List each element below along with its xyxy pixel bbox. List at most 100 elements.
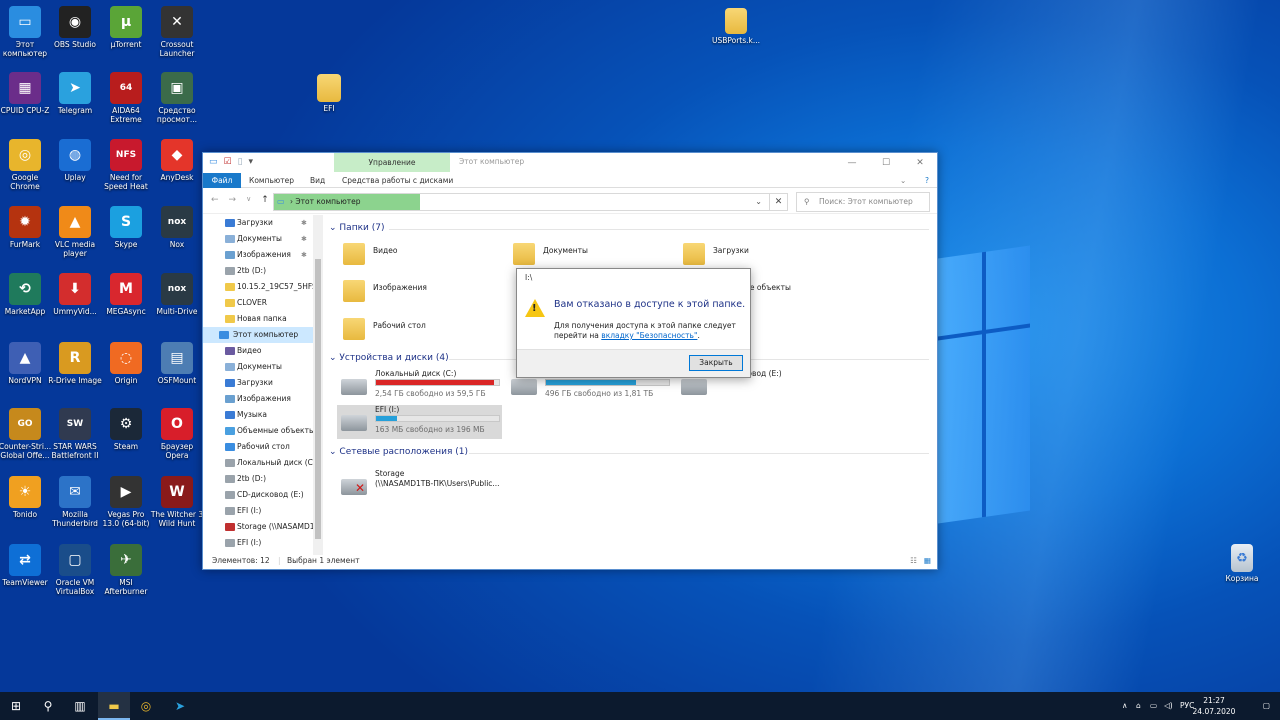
sidebar-item[interactable]: 2tb (D:): [203, 471, 315, 487]
network-icon[interactable]: ⌂: [1136, 701, 1141, 710]
details-view-icon[interactable]: ☷: [910, 553, 917, 569]
close-button[interactable]: ✕: [903, 153, 937, 173]
desktop-icon[interactable]: ▤ OSFMount: [150, 342, 204, 385]
sidebar-item[interactable]: Загрузки: [203, 375, 315, 391]
desktop-icon[interactable]: ▲ NordVPN: [0, 342, 52, 385]
chevron-up-icon[interactable]: ∧: [1122, 701, 1128, 710]
desktop-icon[interactable]: ✉ Mozilla Thunderbird: [48, 476, 102, 528]
pin-icon[interactable]: ✱: [301, 231, 307, 247]
tiles-view-icon[interactable]: ▦: [924, 553, 931, 569]
desktop-icon[interactable]: ◉ OBS Studio: [48, 6, 102, 49]
group-header-folders[interactable]: ⌄ Папки (7): [329, 223, 384, 233]
volume-icon[interactable]: ◁): [1164, 701, 1173, 710]
desktop-icon[interactable]: ▭ Этот компьютер: [0, 6, 52, 58]
address-bar[interactable]: ▭ › Этот компьютер ⌄: [273, 193, 788, 211]
desktop-icon[interactable]: nox Multi-Drive: [150, 273, 204, 316]
sidebar-item[interactable]: Новая папка: [203, 311, 315, 327]
sidebar-item[interactable]: Локальный диск (C:): [203, 455, 315, 471]
taskbar-telegram[interactable]: ➤: [164, 692, 196, 720]
desktop-icon[interactable]: GO Counter-Stri... Global Offe...: [0, 408, 52, 460]
desktop-icon[interactable]: ✕ Crossout Launcher: [150, 6, 204, 58]
sidebar-item[interactable]: CLOVER: [203, 295, 315, 311]
sidebar-scrollbar[interactable]: [313, 215, 323, 555]
sidebar-item[interactable]: EFI (I:): [203, 503, 315, 519]
sidebar-item[interactable]: Объемные объекты: [203, 423, 315, 439]
desktop-icon-recycle-bin[interactable]: ♻ Корзина: [1215, 544, 1269, 583]
pin-icon[interactable]: ✱: [301, 215, 307, 231]
properties-icon[interactable]: ☑: [224, 157, 232, 167]
tab-manage[interactable]: Управление: [334, 153, 450, 172]
task-view-button[interactable]: ▥: [64, 692, 96, 720]
drive-item[interactable]: EFI (I:) 163 МБ свободно из 196 МБ: [337, 405, 502, 439]
pin-icon[interactable]: ✱: [301, 247, 307, 263]
desktop-icon[interactable]: ⬇ UmmyVid...: [48, 273, 102, 316]
chevron-down-icon[interactable]: ⌄: [755, 197, 762, 206]
sidebar-item[interactable]: Документы: [203, 359, 315, 375]
chevron-down-icon[interactable]: ▾: [249, 157, 254, 167]
forward-arrow-icon[interactable]: →: [229, 195, 237, 205]
help-icon[interactable]: ?: [925, 173, 929, 188]
search-input[interactable]: ⚲ Поиск: Этот компьютер: [796, 192, 930, 212]
close-dialog-button[interactable]: Закрыть: [689, 355, 743, 371]
new-folder-icon[interactable]: ▯: [238, 157, 243, 167]
sidebar-item[interactable]: Загрузки ✱: [203, 215, 315, 231]
maximize-button[interactable]: ☐: [869, 153, 903, 173]
desktop-icon[interactable]: ⟲ MarketApp: [0, 273, 52, 316]
desktop-icon[interactable]: W The Witcher 3 Wild Hunt: [150, 476, 204, 528]
recent-chevron-icon[interactable]: ∨: [246, 195, 251, 205]
desktop-icon[interactable]: 64 AIDA64 Extreme: [99, 72, 153, 124]
desktop-icon[interactable]: SW STAR WARS Battlefront II: [48, 408, 102, 460]
desktop-icon-usbports[interactable]: USBPorts.k...: [707, 8, 765, 45]
desktop-icon[interactable]: ▢ Oracle VM VirtualBox: [48, 544, 102, 596]
folder-desktop[interactable]: Рабочий стол: [341, 316, 501, 352]
sidebar-item[interactable]: 10.15.2_19C57_5HFS_: [203, 279, 315, 295]
search-button[interactable]: ⚲: [32, 692, 64, 720]
desktop-icon[interactable]: ✹ FurMark: [0, 206, 52, 249]
sidebar-item[interactable]: Документы ✱: [203, 231, 315, 247]
network-location-storage[interactable]: ✕ Storage (\\NASAMD1TB-ПК\Users\Public..…: [337, 469, 537, 503]
desktop-icon[interactable]: ⚙ Steam: [99, 408, 153, 451]
sidebar-item[interactable]: Этот компьютер: [203, 327, 315, 343]
desktop-icon[interactable]: ✈ MSI Afterburner: [99, 544, 153, 596]
desktop-icon[interactable]: ⇄ TeamViewer: [0, 544, 52, 587]
desktop-icon[interactable]: ◍ Uplay: [48, 139, 102, 182]
drive-item[interactable]: Локальный диск (C:) 2,54 ГБ свободно из 5…: [337, 369, 502, 403]
display-icon[interactable]: ▭: [1150, 701, 1157, 710]
clear-address-button[interactable]: ✕: [769, 193, 788, 211]
folder-images[interactable]: Изображения: [341, 278, 501, 314]
sidebar-item[interactable]: 2tb (D:): [203, 263, 315, 279]
notifications-icon[interactable]: ▢: [1263, 701, 1270, 710]
sidebar-item[interactable]: EFI (I:): [203, 535, 315, 551]
computer-icon[interactable]: ▭: [209, 157, 218, 167]
desktop-icon[interactable]: M MEGAsync: [99, 273, 153, 316]
desktop-icon[interactable]: ☀ Tonido: [0, 476, 52, 519]
access-denied-dialog[interactable]: I:\ ! Вам отказано в доступе к этой папк…: [516, 268, 751, 378]
folder-video[interactable]: Видео: [341, 241, 501, 277]
tab-disk-tools[interactable]: Средства работы с дисками: [342, 173, 453, 188]
desktop-icon[interactable]: ◎ Google Chrome: [0, 139, 52, 191]
sidebar-item[interactable]: Рабочий стол: [203, 439, 315, 455]
clock[interactable]: 21:27 24.07.2020: [1192, 695, 1236, 717]
tab-computer[interactable]: Компьютер: [249, 173, 294, 188]
sidebar-item[interactable]: Storage (\\NASAMD1: [203, 519, 315, 535]
desktop-icon[interactable]: nox Nox: [150, 206, 204, 249]
chevron-down-icon[interactable]: ⌄: [900, 173, 906, 188]
minimize-button[interactable]: —: [835, 153, 869, 173]
desktop-icon-efi[interactable]: EFI: [302, 74, 356, 113]
security-tab-link[interactable]: вкладку "Безопасность": [601, 331, 697, 340]
desktop-icon[interactable]: O Браузер Opera: [150, 408, 204, 460]
desktop-icon[interactable]: NFS Need for Speed Heat: [99, 139, 153, 191]
back-arrow-icon[interactable]: ←: [211, 195, 219, 205]
group-header-devices[interactable]: ⌄ Устройства и диски (4): [329, 353, 449, 363]
sidebar-item[interactable]: Музыка: [203, 407, 315, 423]
desktop-icon[interactable]: ▦ CPUID CPU-Z: [0, 72, 52, 115]
tab-file[interactable]: Файл: [203, 173, 241, 188]
sidebar-item[interactable]: Изображения ✱: [203, 247, 315, 263]
start-button[interactable]: ⊞: [0, 692, 32, 720]
sidebar-item[interactable]: Видео: [203, 343, 315, 359]
up-arrow-icon[interactable]: ↑: [261, 195, 269, 205]
desktop-icon[interactable]: R R-Drive Image: [48, 342, 102, 385]
scrollbar-thumb[interactable]: [315, 259, 321, 539]
title-bar[interactable]: ▭ ☑ ▯ ▾ Управление Этот компьютер — ☐ ✕: [203, 153, 937, 173]
desktop-icon[interactable]: S Skype: [99, 206, 153, 249]
